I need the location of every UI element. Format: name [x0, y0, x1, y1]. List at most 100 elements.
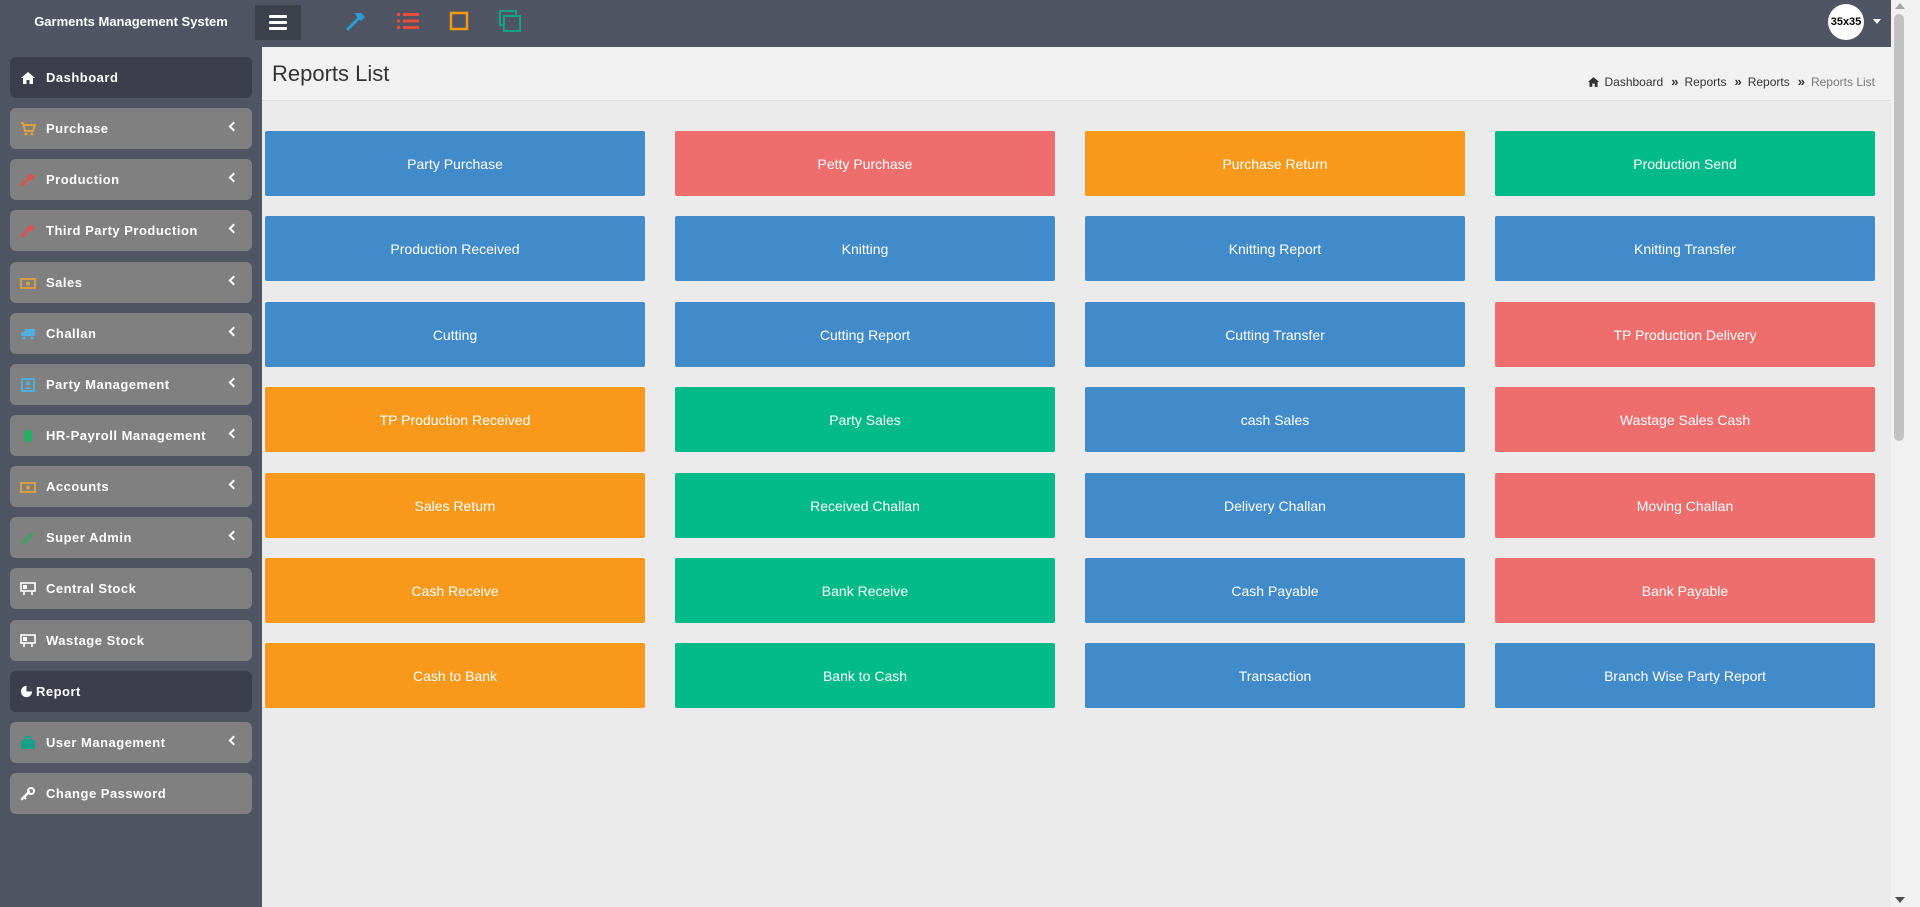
home-icon: [20, 71, 36, 85]
breadcrumb-reports-link[interactable]: Reports: [1684, 75, 1726, 89]
sidebar-item-label: Third Party Production: [46, 223, 198, 238]
sidebar-item-label: HR-Payroll Management: [46, 428, 207, 443]
sidebar-item-label: Challan: [46, 326, 97, 341]
windows-icon[interactable]: [497, 8, 523, 34]
report-tile-knitting-transfer[interactable]: Knitting Transfer: [1495, 216, 1875, 281]
report-tile-cash-payable[interactable]: Cash Payable: [1085, 558, 1465, 623]
report-tile-knitting-report[interactable]: Knitting Report: [1085, 216, 1465, 281]
breadcrumb-reports-link[interactable]: Reports: [1748, 75, 1790, 89]
report-tile-petty-purchase[interactable]: Petty Purchase: [675, 131, 1055, 196]
sidebar-item-third-party-production[interactable]: Third Party Production: [10, 210, 252, 251]
key-icon: [20, 786, 36, 801]
hammer-icon[interactable]: [343, 8, 369, 34]
double-chevron-right-icon: »: [1734, 74, 1742, 89]
report-tile-cash-receive[interactable]: Cash Receive: [265, 558, 645, 623]
sidebar-item-sales[interactable]: Sales: [10, 262, 252, 303]
sidebar-item-label: Super Admin: [46, 530, 132, 545]
money-icon: [20, 276, 36, 290]
sidebar-item-purchase[interactable]: Purchase: [10, 108, 252, 149]
sidebar-item-wastage-stock[interactable]: Wastage Stock: [10, 620, 252, 661]
sidebar-item-label: Sales: [46, 275, 83, 290]
report-tile-bank-payable[interactable]: Bank Payable: [1495, 558, 1875, 623]
sidebar-item-label: Dashboard: [46, 70, 119, 85]
content-header: Reports List Dashboard » Reports » Repor…: [262, 47, 1891, 101]
hamburger-bar: [269, 27, 287, 30]
report-tile-cash-to-bank[interactable]: Cash to Bank: [265, 643, 645, 708]
sidebar-item-production[interactable]: Production: [10, 159, 252, 200]
page-title: Reports List: [272, 61, 390, 86]
report-tile-bank-receive[interactable]: Bank Receive: [675, 558, 1055, 623]
scroll-down-arrow-icon[interactable]: [1895, 897, 1905, 903]
sidebar-item-user-management[interactable]: User Management: [10, 722, 252, 763]
cart-icon: [20, 121, 36, 136]
money-icon: [20, 480, 36, 494]
tool-icon: [20, 173, 36, 187]
report-tile-wastage-sales-cash[interactable]: Wastage Sales Cash: [1495, 387, 1875, 452]
sidebar-item-label: Change Password: [46, 786, 167, 801]
briefcase-icon: [20, 735, 36, 750]
report-tile-transaction[interactable]: Transaction: [1085, 643, 1465, 708]
tool-icon: [20, 224, 36, 238]
sidebar-item-challan[interactable]: Challan: [10, 313, 252, 354]
report-tile-tp-production-delivery[interactable]: TP Production Delivery: [1495, 302, 1875, 367]
desk-icon: [20, 633, 36, 648]
sidebar-item-label: Report: [36, 684, 81, 699]
sidebar: Dashboard Purchase Production Third Part…: [0, 47, 262, 907]
report-tile-production-received[interactable]: Production Received: [265, 216, 645, 281]
desk-icon: [20, 581, 36, 596]
menu-toggle-button[interactable]: [255, 5, 301, 40]
user-menu-caret-icon[interactable]: [1873, 19, 1881, 24]
sidebar-item-change-password[interactable]: Change Password: [10, 773, 252, 814]
sidebar-item-super-admin[interactable]: Super Admin: [10, 517, 252, 558]
sidebar-item-label: Party Management: [46, 377, 170, 392]
double-chevron-right-icon: »: [1671, 74, 1679, 89]
sidebar-item-party-management[interactable]: Party Management: [10, 364, 252, 405]
sidebar-item-label: Purchase: [46, 121, 109, 136]
report-tile-branch-wise-party-report[interactable]: Branch Wise Party Report: [1495, 643, 1875, 708]
pie-chart-icon: [18, 685, 34, 699]
report-tile-moving-challan[interactable]: Moving Challan: [1495, 473, 1875, 538]
sidebar-item-central-stock[interactable]: Central Stock: [10, 568, 252, 609]
scrollbar-thumb[interactable]: [1894, 14, 1904, 441]
breadcrumb: Dashboard » Reports » Reports » Reports …: [1587, 74, 1875, 89]
pencil-icon: [20, 531, 36, 545]
home-icon[interactable]: [1587, 76, 1600, 88]
dollar-icon: [20, 429, 36, 443]
truck-icon: [20, 327, 36, 341]
report-tile-cutting-report[interactable]: Cutting Report: [675, 302, 1055, 367]
report-tile-knitting[interactable]: Knitting: [675, 216, 1055, 281]
report-tile-party-sales[interactable]: Party Sales: [675, 387, 1055, 452]
sidebar-item-label: Accounts: [46, 479, 110, 494]
sidebar-item-accounts[interactable]: Accounts: [10, 466, 252, 507]
report-tile-purchase-return[interactable]: Purchase Return: [1085, 131, 1465, 196]
report-tile-delivery-challan[interactable]: Delivery Challan: [1085, 473, 1465, 538]
hamburger-bar: [269, 15, 287, 18]
sidebar-item-label: Production: [46, 172, 120, 187]
report-tile-party-purchase[interactable]: Party Purchase: [265, 131, 645, 196]
report-tile-cash-sales[interactable]: cash Sales: [1085, 387, 1465, 452]
report-tile-tp-production-received[interactable]: TP Production Received: [265, 387, 645, 452]
hamburger-bar: [269, 21, 287, 24]
double-chevron-right-icon: »: [1797, 74, 1805, 89]
report-tile-cutting[interactable]: Cutting: [265, 302, 645, 367]
avatar[interactable]: 35x35: [1828, 4, 1864, 40]
report-tile-bank-to-cash[interactable]: Bank to Cash: [675, 643, 1055, 708]
sidebar-item-report[interactable]: Report: [10, 671, 252, 712]
sidebar-item-label: Central Stock: [46, 581, 137, 596]
report-tile-received-challan[interactable]: Received Challan: [675, 473, 1055, 538]
scroll-up-arrow-icon[interactable]: [1895, 3, 1905, 9]
contact-icon: [20, 377, 36, 392]
sidebar-item-hr-payroll-management[interactable]: HR-Payroll Management: [10, 415, 252, 456]
report-tile-production-send[interactable]: Production Send: [1495, 131, 1875, 196]
report-tile-cutting-transfer[interactable]: Cutting Transfer: [1085, 302, 1465, 367]
breadcrumb-dashboard-link[interactable]: Dashboard: [1604, 75, 1663, 89]
list-icon[interactable]: [395, 8, 421, 34]
sidebar-item-dashboard[interactable]: Dashboard: [10, 57, 252, 98]
top-navbar: Garments Management System 35x35: [0, 0, 1920, 47]
sidebar-item-label: Wastage Stock: [46, 633, 145, 648]
report-tile-sales-return[interactable]: Sales Return: [265, 473, 645, 538]
square-icon[interactable]: [446, 8, 472, 34]
app-title: Garments Management System: [34, 14, 228, 29]
breadcrumb-current: Reports List: [1810, 74, 1875, 89]
sidebar-item-label: User Management: [46, 735, 166, 750]
